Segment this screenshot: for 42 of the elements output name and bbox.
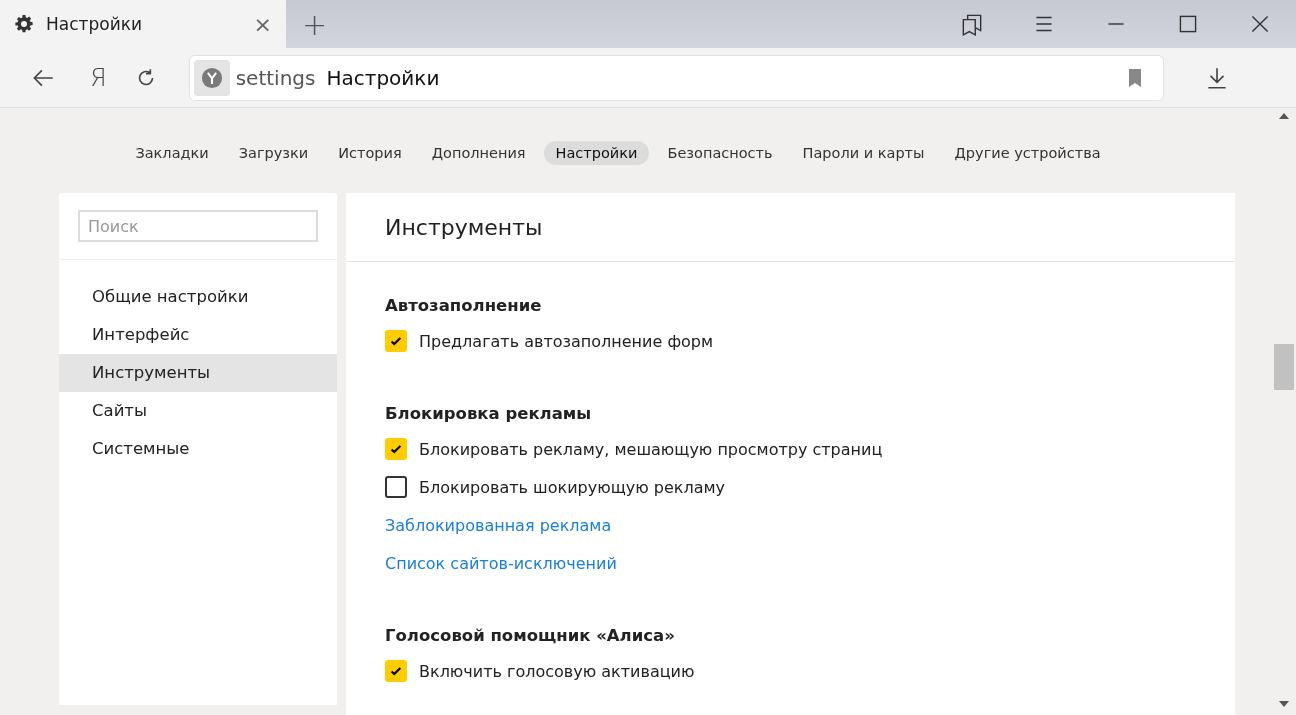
check-icon xyxy=(389,664,403,678)
link[interactable]: Список сайтов-исключений xyxy=(385,553,617,573)
page-title: Настройки xyxy=(326,65,440,90)
sidebar-item[interactable]: Системные xyxy=(59,430,337,468)
sidebar-item[interactable]: Интерфейс xyxy=(59,316,337,354)
sidebar-item[interactable]: Сайты xyxy=(59,392,337,430)
scroll-down-icon[interactable] xyxy=(1279,701,1289,707)
sidebar-item[interactable]: Инструменты xyxy=(59,354,337,392)
nav-tab[interactable]: Другие устройства xyxy=(942,141,1113,165)
checkbox-label: Включить голосовую активацию xyxy=(419,661,695,681)
settings-icon xyxy=(14,14,34,34)
check-icon xyxy=(389,442,403,456)
nav-tab[interactable]: Настройки xyxy=(543,141,650,165)
browser-tab[interactable]: Настройки × xyxy=(0,0,286,48)
scrollbar-thumb[interactable] xyxy=(1274,344,1294,390)
section-title: Инструменты xyxy=(385,214,543,240)
nav-tab[interactable]: Пароли и карты xyxy=(790,141,937,165)
scroll-up-icon[interactable] xyxy=(1279,113,1289,119)
sidebar-item[interactable]: Общие настройки xyxy=(59,278,337,316)
tab-title: Настройки xyxy=(46,14,143,34)
checkbox-label: Блокировать шокирующую рекламу xyxy=(419,477,725,497)
checkbox-label: Предлагать автозаполнение форм xyxy=(419,331,714,351)
link[interactable]: Заблокированная реклама xyxy=(385,515,612,535)
checkbox[interactable] xyxy=(385,476,407,498)
address-bar[interactable]: settings Настройки xyxy=(188,54,1164,101)
bookmark-icon[interactable] xyxy=(1126,67,1143,88)
nav-tab[interactable]: История xyxy=(326,141,414,165)
browser-logo-icon xyxy=(193,59,230,96)
nav-tab[interactable]: Закладки xyxy=(123,141,221,165)
search-field[interactable]: Поиск xyxy=(78,210,318,242)
group-heading: Блокировка рекламы xyxy=(385,404,593,423)
close-tab-button[interactable]: × xyxy=(253,11,272,37)
group-heading: Голосовой помощник «Алиса» xyxy=(385,626,676,645)
nav-tab[interactable]: Безопасность xyxy=(655,141,785,165)
address-host: settings xyxy=(235,65,316,90)
yandex-logo[interactable]: Я xyxy=(90,63,107,92)
nav-tab[interactable]: Загрузки xyxy=(226,141,321,165)
nav-tab[interactable]: Дополнения xyxy=(419,141,538,165)
checkbox-label: Блокировать рекламу, мешающую просмотру страниц xyxy=(419,439,883,459)
group-heading: Автозаполнение xyxy=(385,296,543,315)
new-tab-button[interactable]: + xyxy=(302,6,328,42)
check-icon xyxy=(389,334,403,348)
